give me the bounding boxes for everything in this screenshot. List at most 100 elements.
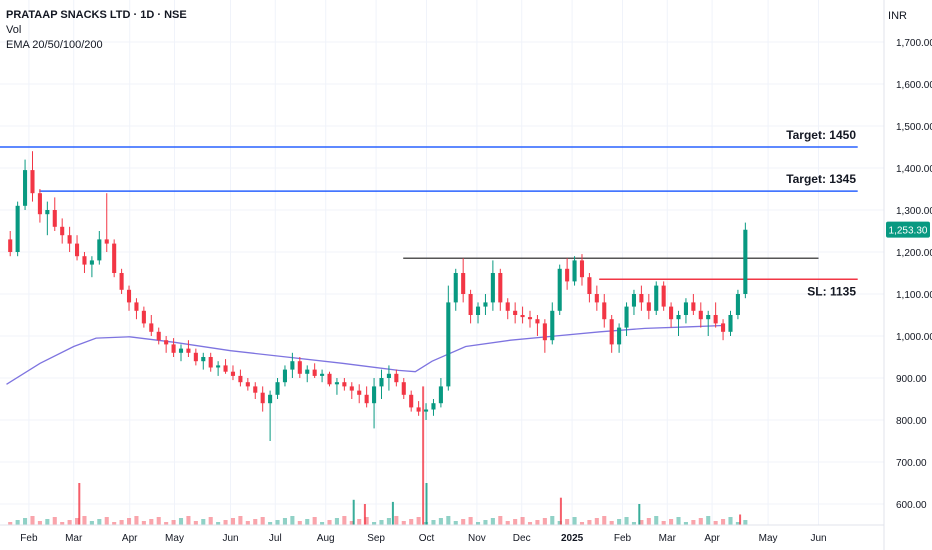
- volume-bar: [104, 517, 109, 525]
- volume-bar: [609, 521, 614, 525]
- candle-body: [587, 277, 592, 294]
- volume-bar: [669, 519, 674, 525]
- candle-body: [743, 229, 748, 294]
- level-label: Target: 1450: [786, 128, 856, 142]
- time-tick-label: Feb: [20, 533, 38, 544]
- volume-spike: [363, 504, 366, 525]
- time-tick-label: May: [759, 533, 778, 544]
- volume-bar: [208, 517, 213, 525]
- candle-body: [119, 273, 124, 290]
- volume-bar: [275, 520, 280, 525]
- time-tick-label: Jun: [810, 533, 826, 544]
- volume-bar: [290, 516, 295, 525]
- candle-body: [223, 365, 228, 372]
- candle-body: [550, 310, 555, 341]
- volume-bar: [646, 518, 651, 525]
- currency-label[interactable]: INR: [888, 10, 907, 22]
- price-tick-label: 1,400.00: [896, 164, 932, 175]
- candle-body: [691, 302, 696, 311]
- volume-bar: [119, 520, 124, 525]
- candle-body: [282, 369, 288, 383]
- volume-bar: [89, 521, 94, 525]
- volume-bar: [245, 521, 250, 525]
- volume-bar: [327, 520, 332, 525]
- volume-bar: [535, 520, 540, 525]
- volume-bar: [453, 521, 458, 525]
- candle-body: [156, 331, 161, 341]
- time-tick-label: May: [165, 533, 184, 544]
- volume-bar: [297, 521, 302, 525]
- volume-spike: [391, 501, 394, 525]
- candle-body: [728, 315, 733, 332]
- volume-bar: [691, 520, 696, 525]
- candle-body: [609, 319, 614, 345]
- candle-body: [617, 327, 622, 345]
- candle-body: [513, 310, 518, 315]
- candle-body: [297, 361, 302, 374]
- volume-bar: [520, 517, 525, 525]
- volume-bar: [513, 519, 518, 525]
- price-chart[interactable]: 1,700.00 1,600.00 1,500.00 1,400.00 1,300.00…: [0, 0, 932, 550]
- volume-bar: [416, 517, 421, 525]
- candle-body: [676, 315, 681, 320]
- volume-bar: [661, 521, 666, 525]
- volume-bar: [409, 519, 414, 525]
- volume-bar: [461, 519, 466, 525]
- volume-bar: [171, 520, 176, 525]
- price-tick-label: 700.00: [896, 458, 927, 469]
- volume-bar: [97, 519, 102, 525]
- ema-indicator-label[interactable]: EMA 20/50/100/200: [6, 38, 187, 53]
- candle-body: [661, 285, 666, 307]
- price-tick-label: 1,500.00: [896, 122, 932, 133]
- candle-body: [334, 382, 339, 385]
- candle-body: [438, 386, 443, 404]
- time-tick-label: Aug: [317, 533, 335, 544]
- price-tick-label: 600.00: [896, 500, 927, 511]
- candle-body: [735, 294, 740, 315]
- price-tick-label: 800.00: [896, 416, 927, 427]
- candle-body: [453, 273, 458, 303]
- candle-body: [342, 382, 347, 387]
- volume-bar: [67, 520, 72, 525]
- volume-bar: [587, 520, 592, 525]
- last-price-text: 1,253.30: [889, 226, 928, 237]
- candle-body: [349, 386, 354, 391]
- volume-bar: [550, 516, 555, 525]
- candle-body: [379, 378, 384, 387]
- candle-body: [490, 273, 495, 303]
- candle-body: [193, 352, 198, 362]
- candle-body: [386, 373, 391, 378]
- volume-bar: [186, 516, 191, 525]
- candle-body: [290, 361, 295, 370]
- volume-bar: [260, 517, 265, 525]
- candle-body: [320, 373, 325, 376]
- volume-bar: [357, 519, 362, 525]
- volume-indicator-label[interactable]: Vol: [6, 23, 187, 38]
- symbol-title[interactable]: PRATAAP SNACKS LTD · 1D · NSE: [6, 8, 187, 23]
- candle-body: [461, 273, 466, 294]
- candle-body: [557, 268, 562, 311]
- candle-body: [82, 256, 87, 265]
- price-tick-label: 1,300.00: [896, 206, 932, 217]
- candle-body: [208, 357, 213, 368]
- candle-body: [713, 315, 718, 324]
- volume-bar: [572, 517, 577, 525]
- candle-body: [372, 386, 377, 404]
- chart-background: [0, 0, 932, 550]
- volume-bar: [438, 518, 443, 525]
- volume-bar: [728, 517, 733, 525]
- candle-body: [698, 310, 703, 320]
- candle-body: [669, 306, 674, 320]
- volume-bar: [238, 516, 243, 525]
- volume-bar: [505, 521, 510, 525]
- volume-bar: [156, 517, 161, 525]
- volume-bar: [82, 516, 87, 525]
- price-tick-label: 900.00: [896, 374, 927, 385]
- volume-bar: [490, 518, 495, 525]
- volume-bar: [706, 516, 711, 525]
- volume-bar: [654, 516, 659, 525]
- volume-spike: [739, 514, 742, 525]
- candle-body: [60, 226, 65, 236]
- candle-body: [112, 243, 117, 273]
- volume-bar: [149, 519, 154, 525]
